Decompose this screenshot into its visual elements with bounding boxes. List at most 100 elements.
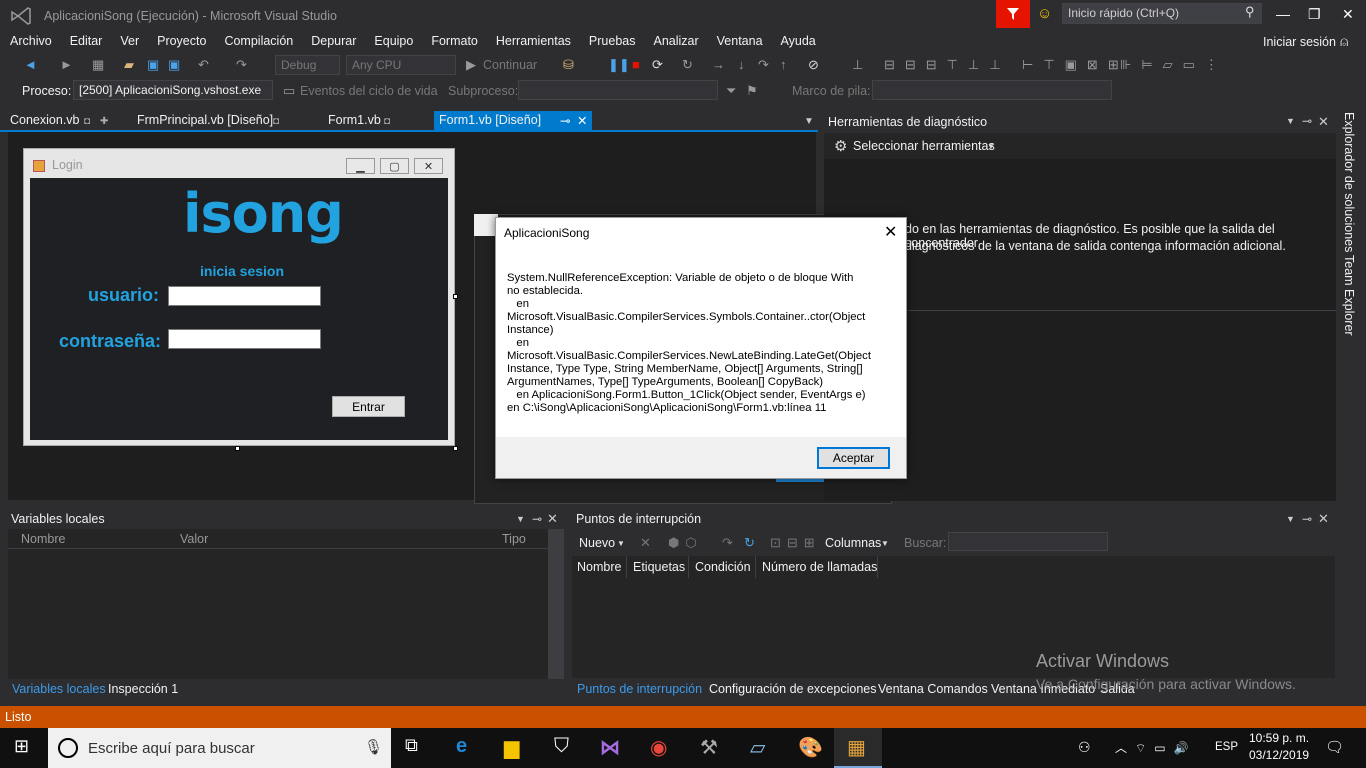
notification-filter-button[interactable] <box>996 0 1030 28</box>
taskbar-search-box[interactable]: Escribe aquí para buscar <box>48 728 391 768</box>
resize-handle[interactable] <box>453 446 458 451</box>
menu-depurar[interactable]: Depurar <box>301 32 364 52</box>
visual-studio-taskbar-icon[interactable]: ⋈ <box>600 735 620 760</box>
account-icon[interactable]: ⍝ <box>1340 33 1348 50</box>
layout-tools-icon[interactable]: ⊟⊟⊟⊤⊥⊥ <box>884 57 1011 73</box>
step-out-icon[interactable]: ↷ <box>758 57 769 73</box>
tab-inspeccion[interactable]: Inspección 1 <box>108 682 178 696</box>
save-icon[interactable]: ▣ <box>147 57 159 73</box>
windows-start-icon[interactable]: ⊞ <box>14 736 29 757</box>
toggle-breakpoints-icon[interactable]: ⬢⬡ <box>668 535 703 551</box>
export-icon[interactable]: ↷ <box>722 535 733 551</box>
quick-launch-input[interactable]: Inicio rápido (Ctrl+Q) <box>1062 3 1262 24</box>
locals-col-name[interactable]: Nombre <box>21 532 65 546</box>
flag-icon[interactable]: ⚑ <box>746 83 758 99</box>
bp-col-labels[interactable]: Etiquetas <box>633 560 685 574</box>
new-breakpoint-button[interactable]: Nuevo <box>579 536 615 550</box>
step-up-icon[interactable]: ↑ <box>780 57 787 72</box>
redo-icon[interactable]: ↷ <box>236 57 247 73</box>
feedback-smiley-icon[interactable]: ☺ <box>1037 5 1052 22</box>
panel-close-icon[interactable]: ✕ <box>547 511 558 527</box>
tab-close-icon[interactable]: ✕ <box>577 113 587 128</box>
forward-icon[interactable]: ► <box>60 57 73 72</box>
locals-col-type[interactable]: Tipo <box>502 532 526 546</box>
language-indicator[interactable]: ESP <box>1215 741 1238 753</box>
thread-select[interactable] <box>518 80 718 100</box>
config-select[interactable]: Debug <box>275 55 340 75</box>
tab-conexion[interactable]: Conexion.vb <box>10 113 80 127</box>
lifecycle-icon[interactable]: ▭ <box>283 83 295 99</box>
running-app-icon[interactable]: ▦ <box>847 735 866 760</box>
stack-frame-select[interactable] <box>872 80 1112 100</box>
tab-variables-locales[interactable]: Variables locales <box>12 682 106 696</box>
clock-time[interactable]: 10:59 p. m. <box>1249 731 1309 745</box>
tab-pin-icon[interactable]: ⊸ <box>560 113 570 128</box>
enter-button[interactable]: Entrar <box>332 396 405 417</box>
filter-icon[interactable]: ⏷ <box>726 83 736 99</box>
dialog-close-icon[interactable]: ✕ <box>884 222 897 242</box>
tab-ventana-comandos[interactable]: Ventana Comandos <box>878 682 988 696</box>
edge-icon[interactable]: e <box>456 735 467 758</box>
lifecycle-events-button[interactable]: Eventos del ciclo de vida <box>300 84 438 98</box>
panel-pin-icon[interactable]: ⊸ <box>532 512 542 526</box>
notifications-icon[interactable]: 🗨 <box>1325 738 1344 756</box>
locals-scrollbar[interactable] <box>548 529 564 679</box>
tab-form1-design[interactable]: Form1.vb [Diseño] <box>439 113 541 127</box>
microphone-icon[interactable]: 🎙 <box>364 738 383 756</box>
panel-menu-icon[interactable]: ▼ <box>1286 116 1295 126</box>
tab-form1-code[interactable]: Form1.vb <box>328 113 381 127</box>
platform-select[interactable]: Any CPU <box>346 55 456 75</box>
minimize-button[interactable]: — <box>1276 6 1290 22</box>
panel-pin-icon[interactable]: ⊸ <box>1302 512 1312 526</box>
process-select[interactable]: [2500] AplicacioniSong.vshost.exe <box>73 80 273 100</box>
panel-close-icon[interactable]: ✕ <box>1318 114 1329 130</box>
security-shield-icon[interactable]: ⛉ <box>554 735 569 758</box>
menu-compilacion[interactable]: Compilación <box>214 32 301 52</box>
maximize-button[interactable]: ❐ <box>1308 6 1321 23</box>
new-project-icon[interactable]: ▦ <box>92 57 104 73</box>
clock-date[interactable]: 03/12/2019 <box>1249 748 1309 762</box>
breakpoint-search-input[interactable] <box>948 532 1108 551</box>
continue-icon[interactable]: ▶ <box>466 57 476 73</box>
columns-button[interactable]: Columnas <box>825 536 881 550</box>
task-view-icon[interactable]: ⧉ <box>405 735 418 756</box>
file-explorer-icon[interactable]: ▆ <box>504 735 519 760</box>
step-over-icon[interactable]: ↓ <box>738 57 745 72</box>
pin-icon[interactable]: ◘ <box>273 116 279 127</box>
align-icon[interactable]: ⊥ <box>852 57 863 73</box>
pause-icon[interactable]: ❚❚ <box>608 57 630 73</box>
import-icon[interactable]: ↻ <box>744 535 755 551</box>
open-folder-icon[interactable]: ▰ <box>124 57 134 73</box>
resize-handle[interactable] <box>453 294 458 299</box>
menu-proyecto[interactable]: Proyecto <box>147 32 214 52</box>
paint-icon[interactable]: 🎨 <box>798 735 823 760</box>
team-explorer-tab[interactable]: Team Explorer <box>1342 255 1356 336</box>
show-next-statement-icon[interactable]: ↻ <box>682 57 693 73</box>
form-minimize-button[interactable]: ▁ <box>346 158 375 174</box>
tray-icons[interactable]: ︿⌔▭🔊 <box>1115 739 1197 756</box>
close-button[interactable]: ✕ <box>1342 6 1354 23</box>
menu-ayuda[interactable]: Ayuda <box>771 32 824 52</box>
bp-col-condition[interactable]: Condición <box>695 560 751 574</box>
menu-ventana[interactable]: Ventana <box>707 32 771 52</box>
chrome-icon[interactable]: ◉ <box>650 735 667 760</box>
menu-formato[interactable]: Formato <box>421 32 486 52</box>
bp-col-name[interactable]: Nombre <box>577 560 621 574</box>
step-into-icon[interactable]: → <box>712 57 725 72</box>
menu-ver[interactable]: Ver <box>110 32 147 52</box>
tools-icon[interactable]: ⚒ <box>700 735 718 760</box>
undo-icon[interactable]: ↶ <box>198 57 209 73</box>
order-tools-icon[interactable]: ⊪⊨▱▭⋮ <box>1120 57 1228 73</box>
goto-source-icon[interactable]: ⊡⊟⊞ <box>770 535 821 551</box>
user-input[interactable] <box>168 286 321 306</box>
breakpoint-toggle-icon[interactable]: ⊘ <box>808 57 819 73</box>
back-icon[interactable]: ◄ <box>24 57 37 72</box>
save-all-icon[interactable]: ▣ <box>168 57 180 73</box>
restart-icon[interactable]: ⟳ <box>652 57 663 73</box>
locals-col-value[interactable]: Valor <box>180 532 208 546</box>
notes-icon[interactable]: ▱ <box>750 735 765 760</box>
form-maximize-button[interactable]: ▢ <box>380 158 409 174</box>
spacing-tools-icon[interactable]: ⊢⊤▣⊠⊞ <box>1022 57 1129 73</box>
panel-menu-icon[interactable]: ▼ <box>1286 514 1295 524</box>
menu-equipo[interactable]: Equipo <box>364 32 421 52</box>
